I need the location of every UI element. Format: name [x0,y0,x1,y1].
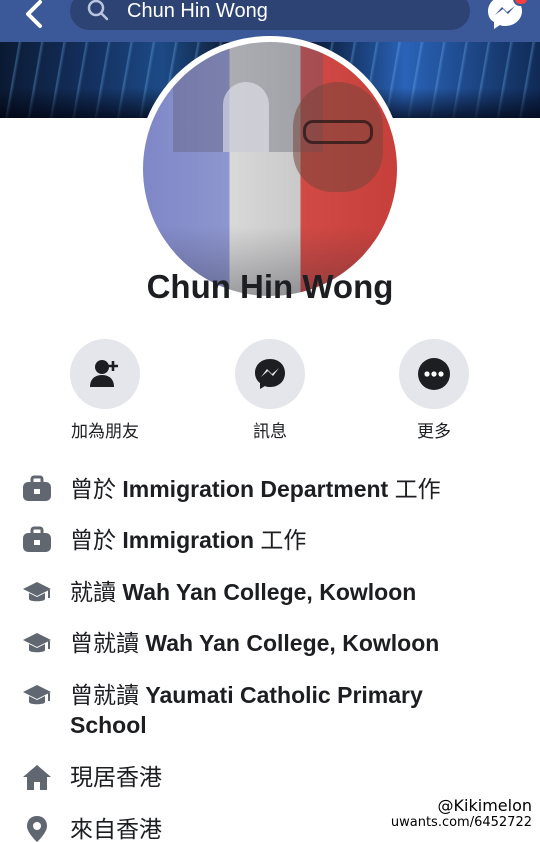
add-friend-label: 加為朋友 [71,422,139,441]
messenger-icon [255,359,285,389]
add-friend-button[interactable]: 加為朋友 [45,339,165,442]
more-icon [418,358,450,390]
message-button[interactable]: 訊息 [210,339,330,442]
watermark-url: uwants.com/6452722 [390,815,532,830]
chevron-left-icon [26,0,42,28]
more-label: 更多 [417,422,451,441]
message-circle[interactable] [235,339,305,409]
back-button[interactable] [18,0,50,34]
info-text: 就讀 Wah Yan College, Kowloon [70,579,417,605]
message-label: 訊息 [253,422,287,441]
info-text: 曾就讀 Wah Yan College, Kowloon [70,630,440,656]
add-friend-circle[interactable] [70,339,140,409]
search-icon [86,0,110,27]
info-text: 現居香港 [70,764,162,790]
more-circle[interactable] [399,339,469,409]
briefcase-icon [22,474,52,504]
info-text: 曾就讀 Yaumati Catholic Primary School [70,682,423,738]
graduation-cap-icon [22,680,52,710]
graduation-cap-icon [22,628,52,658]
watermark-handle: @Kikimelon [437,796,532,815]
more-button[interactable]: 更多 [374,339,494,442]
briefcase-icon [22,525,52,555]
home-icon [22,762,52,792]
profile-photo [143,42,397,296]
add-friend-icon [90,360,118,387]
search-query[interactable]: Chun Hin Wong [127,0,268,23]
profile-name: Chun Hin Wong [146,268,394,305]
graduation-cap-icon [22,577,52,607]
location-pin-icon [22,814,52,842]
profile-picture[interactable] [137,36,403,302]
info-text: 曾於 Immigration Department 工作 [70,476,441,502]
watermark: @Kikimelon uwants.com/6452722 [391,796,532,830]
search-field[interactable]: Chun Hin Wong [70,0,470,30]
info-text: 曾於 Immigration 工作 [70,527,307,553]
